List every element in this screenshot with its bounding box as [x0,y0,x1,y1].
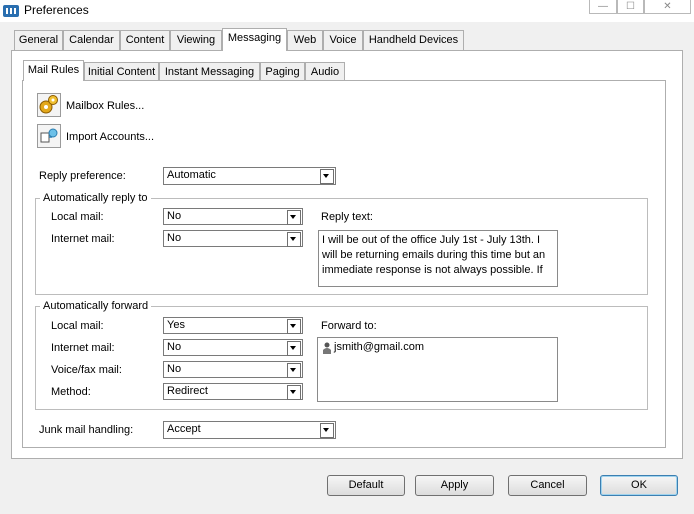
window-title: Preferences [24,3,89,17]
tab-initial-content[interactable]: Initial Content [84,62,159,81]
forward-method-select[interactable]: Redirect [163,383,303,400]
list-item[interactable]: jsmith@gmail.com [321,340,554,355]
mailbox-rules-button[interactable] [37,93,61,117]
tab-handheld-devices[interactable]: Handheld Devices [363,30,464,51]
close-button[interactable]: ✕ [644,0,691,14]
cancel-button[interactable]: Cancel [508,475,587,496]
forward-local-label: Local mail: [51,320,104,332]
chevron-down-icon [320,169,334,184]
reply-preference-value: Automatic [167,169,216,181]
auto-reply-local-select[interactable]: No [163,208,303,225]
maximize-button[interactable]: ☐ [617,0,644,14]
forward-internet-label: Internet mail: [51,342,115,354]
auto-reply-local-value: No [167,210,182,222]
auto-reply-internet-select[interactable]: No [163,230,303,247]
chevron-down-icon [287,232,301,247]
gears-icon [37,93,61,117]
apply-button[interactable]: Apply [415,475,494,496]
mailbox-rules-label[interactable]: Mailbox Rules... [66,100,144,112]
forward-to-label: Forward to: [321,320,377,332]
tab-calendar[interactable]: Calendar [63,30,120,51]
chevron-down-icon [287,210,301,225]
minimize-icon: — [598,1,608,12]
auto-forward-title: Automatically forward [40,300,152,312]
import-accounts-label[interactable]: Import Accounts... [66,131,154,143]
forward-to-list[interactable]: jsmith@gmail.com [317,337,558,402]
tab-web[interactable]: Web [287,30,323,51]
forward-local-value: Yes [167,319,185,331]
auto-reply-local-label: Local mail: [51,211,104,223]
app-icon [3,3,19,18]
title-bar: Preferences — ☐ ✕ [0,0,694,22]
ok-button[interactable]: OK [600,475,678,496]
chevron-down-icon [287,341,301,356]
close-icon: ✕ [663,1,672,12]
reply-text-area[interactable]: I will be out of the office July 1st - J… [318,230,558,287]
tab-viewing[interactable]: Viewing [170,30,222,51]
auto-reply-internet-label: Internet mail: [51,233,115,245]
forward-voice-value: No [167,363,182,375]
tab-mail-rules[interactable]: Mail Rules [23,60,84,81]
forward-voice-select[interactable]: No [163,361,303,378]
forward-internet-select[interactable]: No [163,339,303,356]
forward-local-select[interactable]: Yes [163,317,303,334]
chevron-down-icon [287,363,301,378]
reply-text-label: Reply text: [321,211,373,223]
tab-instant-messaging[interactable]: Instant Messaging [159,62,260,81]
junk-mail-select[interactable]: Accept [163,421,336,439]
auto-reply-title: Automatically reply to [40,192,151,204]
chevron-down-icon [287,385,301,400]
junk-mail-label: Junk mail handling: [39,424,134,436]
user-icon [323,342,331,354]
forward-internet-value: No [167,341,182,353]
forward-address: jsmith@gmail.com [334,341,425,353]
import-icon [37,124,61,148]
reply-preference-select[interactable]: Automatic [163,167,336,185]
junk-mail-value: Accept [167,423,201,435]
chevron-down-icon [287,319,301,334]
tab-voice[interactable]: Voice [323,30,363,51]
tab-content[interactable]: Content [120,30,170,51]
maximize-icon: ☐ [626,1,635,12]
tab-paging[interactable]: Paging [260,62,305,81]
forward-method-value: Redirect [167,385,208,397]
default-button[interactable]: Default [327,475,405,496]
auto-reply-internet-value: No [167,232,182,244]
minimize-button[interactable]: — [589,0,617,14]
chevron-down-icon [320,423,334,438]
forward-voice-label: Voice/fax mail: [51,364,122,376]
import-accounts-button[interactable] [37,124,61,148]
tab-messaging[interactable]: Messaging [222,28,287,51]
reply-preference-label: Reply preference: [39,170,126,182]
forward-method-label: Method: [51,386,91,398]
tab-audio[interactable]: Audio [305,62,345,81]
tab-general[interactable]: General [14,30,63,51]
